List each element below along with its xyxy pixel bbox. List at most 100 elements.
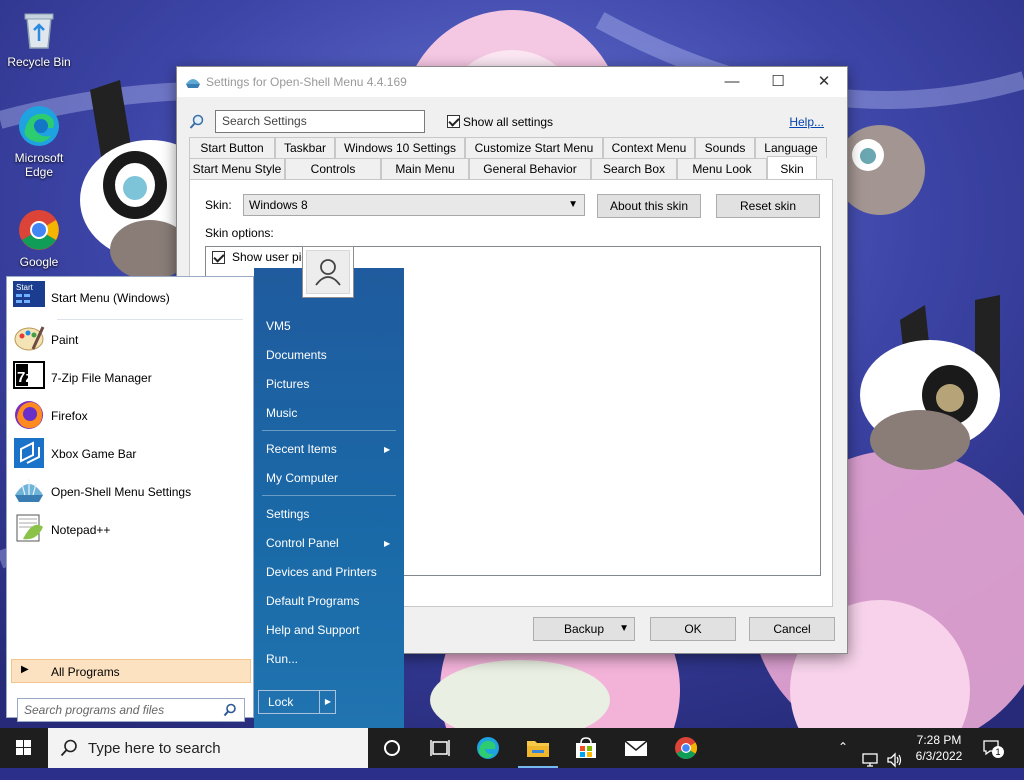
chevron-down-icon: ▼ bbox=[568, 199, 578, 210]
paint-icon bbox=[13, 323, 47, 357]
menu-item-vm5[interactable]: VM5 bbox=[266, 319, 291, 333]
menu-item-documents[interactable]: Documents bbox=[266, 348, 327, 362]
program-start-menu-windows[interactable]: Start Start Menu (Windows) bbox=[13, 277, 249, 311]
program-label: 7-Zip File Manager bbox=[51, 371, 152, 385]
desktop-icon-label: Recycle Bin bbox=[7, 55, 71, 69]
tab-sounds[interactable]: Sounds bbox=[695, 137, 755, 158]
open-shell-icon bbox=[13, 475, 47, 509]
show-all-settings-checkbox[interactable] bbox=[447, 115, 460, 128]
taskbar-search-box[interactable]: Type here to search bbox=[48, 728, 368, 768]
menu-item-run[interactable]: Run... bbox=[266, 652, 298, 666]
about-this-skin-button[interactable]: About this skin bbox=[597, 194, 701, 218]
tab-start-menu-style[interactable]: Start Menu Style bbox=[189, 158, 285, 179]
skin-label: Skin: bbox=[205, 198, 232, 212]
tab-skin[interactable]: Skin bbox=[767, 156, 817, 179]
cortana-button[interactable] bbox=[368, 728, 416, 768]
program-notepad-plus-plus[interactable]: Notepad++ bbox=[13, 509, 249, 543]
skin-dropdown[interactable]: Windows 8 ▼ bbox=[243, 194, 585, 216]
menu-item-recent-items[interactable]: Recent Items bbox=[266, 442, 337, 456]
all-programs-button[interactable]: ▶ All Programs bbox=[11, 659, 251, 683]
backup-button-label: Backup bbox=[563, 622, 605, 636]
tab-language[interactable]: Language bbox=[755, 137, 827, 158]
tab-search-box[interactable]: Search Box bbox=[591, 158, 677, 179]
chrome-icon bbox=[675, 737, 697, 759]
title-bar[interactable]: Settings for Open-Shell Menu 4.4.169 — ☐… bbox=[177, 67, 847, 97]
clock-date: 6/3/2022 bbox=[915, 749, 963, 763]
minimize-button[interactable]: — bbox=[709, 67, 755, 97]
network-icon[interactable] bbox=[862, 740, 880, 780]
program-open-shell-menu-settings[interactable]: Open-Shell Menu Settings bbox=[13, 471, 249, 505]
shutdown-options-arrow-icon[interactable]: ▶ bbox=[319, 691, 336, 713]
menu-item-my-computer[interactable]: My Computer bbox=[266, 471, 338, 485]
show-hidden-icons-chevron-icon[interactable]: ⌃ bbox=[838, 740, 848, 780]
store-taskbar-button[interactable] bbox=[562, 728, 610, 768]
backup-button[interactable]: Backup ▼ bbox=[533, 617, 635, 641]
wallpaper-character-top-right bbox=[835, 125, 925, 215]
tab-context-menu[interactable]: Context Menu bbox=[603, 137, 695, 158]
start-button[interactable] bbox=[0, 728, 48, 768]
ok-button[interactable]: OK bbox=[650, 617, 736, 641]
menu-item-control-panel[interactable]: Control Panel bbox=[266, 536, 339, 550]
close-button[interactable]: ✕ bbox=[801, 67, 847, 97]
lock-button[interactable]: Lock ▶ bbox=[258, 690, 336, 714]
edge-icon bbox=[17, 104, 61, 148]
taskbar-clock[interactable]: 7:28 PM 6/3/2022 bbox=[900, 732, 978, 764]
help-link[interactable]: Help... bbox=[789, 115, 824, 129]
desktop-icon-label: Microsoft Edge bbox=[14, 151, 64, 179]
notification-center-button[interactable]: 1 bbox=[982, 738, 1004, 758]
file-explorer-taskbar-button[interactable] bbox=[514, 728, 562, 768]
window-title: Settings for Open-Shell Menu 4.4.169 bbox=[206, 75, 407, 89]
mail-taskbar-button[interactable] bbox=[612, 728, 660, 768]
7zip-icon: 7z bbox=[13, 361, 47, 395]
file-explorer-icon bbox=[527, 741, 549, 757]
tab-start-button[interactable]: Start Button bbox=[189, 137, 275, 158]
desktop-icon-microsoft-edge[interactable]: Microsoft Edge bbox=[4, 104, 74, 179]
edge-taskbar-button[interactable] bbox=[464, 728, 512, 768]
notification-count-badge: 1 bbox=[992, 746, 1004, 758]
search-icon bbox=[60, 739, 77, 757]
program-7zip-file-manager[interactable]: 7z 7-Zip File Manager bbox=[13, 357, 249, 391]
menu-item-help-and-support[interactable]: Help and Support bbox=[266, 623, 359, 637]
program-xbox-game-bar[interactable]: Xbox Game Bar bbox=[13, 433, 249, 468]
search-settings-input[interactable]: Search Settings bbox=[215, 110, 425, 133]
tab-taskbar[interactable]: Taskbar bbox=[275, 137, 335, 158]
clock-time: 7:28 PM bbox=[916, 733, 962, 747]
submenu-arrow-icon: ▶ bbox=[384, 539, 391, 548]
show-all-settings-label: Show all settings bbox=[463, 115, 554, 129]
tab-menu-look[interactable]: Menu Look bbox=[677, 158, 767, 179]
task-view-button[interactable] bbox=[416, 728, 464, 768]
tab-customize-start-menu[interactable]: Customize Start Menu bbox=[465, 137, 603, 158]
menu-item-music[interactable]: Music bbox=[266, 406, 297, 420]
desktop-icon-recycle-bin[interactable]: Recycle Bin bbox=[4, 8, 74, 69]
reset-skin-button[interactable]: Reset skin bbox=[716, 194, 820, 218]
tab-windows-10-settings[interactable]: Windows 10 Settings bbox=[335, 137, 465, 158]
start-menu-icon: Start bbox=[13, 281, 47, 315]
7zip-tile-text: 7z bbox=[17, 369, 33, 386]
user-picture[interactable] bbox=[302, 246, 354, 298]
mail-icon bbox=[624, 740, 648, 756]
show-user-picture-checkbox[interactable] bbox=[212, 251, 225, 264]
skin-dropdown-value: Windows 8 bbox=[249, 198, 308, 212]
tab-row-2: Start Menu Style Controls Main Menu Gene… bbox=[189, 156, 817, 179]
program-firefox[interactable]: Firefox bbox=[13, 395, 249, 429]
menu-item-default-programs[interactable]: Default Programs bbox=[266, 594, 359, 608]
menu-item-pictures[interactable]: Pictures bbox=[266, 377, 309, 391]
tab-general-behavior[interactable]: General Behavior bbox=[469, 158, 591, 179]
menu-item-devices-and-printers[interactable]: Devices and Printers bbox=[266, 565, 377, 579]
edge-icon bbox=[477, 737, 499, 759]
chrome-taskbar-button[interactable] bbox=[662, 728, 710, 768]
search-icon bbox=[223, 703, 236, 717]
all-programs-label: All Programs bbox=[51, 665, 120, 679]
tab-main-menu[interactable]: Main Menu bbox=[381, 158, 469, 179]
play-arrow-icon: ▶ bbox=[21, 664, 29, 675]
tab-controls[interactable]: Controls bbox=[285, 158, 381, 179]
start-menu: Start Start Menu (Windows) Paint 7z 7-Zi… bbox=[0, 268, 404, 728]
taskbar: Type here to search ⌃ 7:28 PM 6/3/2022 1 bbox=[0, 728, 1024, 768]
desktop-icon-google-chrome[interactable]: Google bbox=[4, 208, 74, 269]
start-search-input[interactable]: Search programs and files bbox=[17, 698, 245, 722]
menu-item-settings[interactable]: Settings bbox=[266, 507, 309, 521]
maximize-button[interactable]: ☐ bbox=[755, 67, 801, 97]
cancel-button[interactable]: Cancel bbox=[749, 617, 835, 641]
program-label: Firefox bbox=[51, 409, 88, 423]
program-paint[interactable]: Paint bbox=[13, 319, 249, 353]
